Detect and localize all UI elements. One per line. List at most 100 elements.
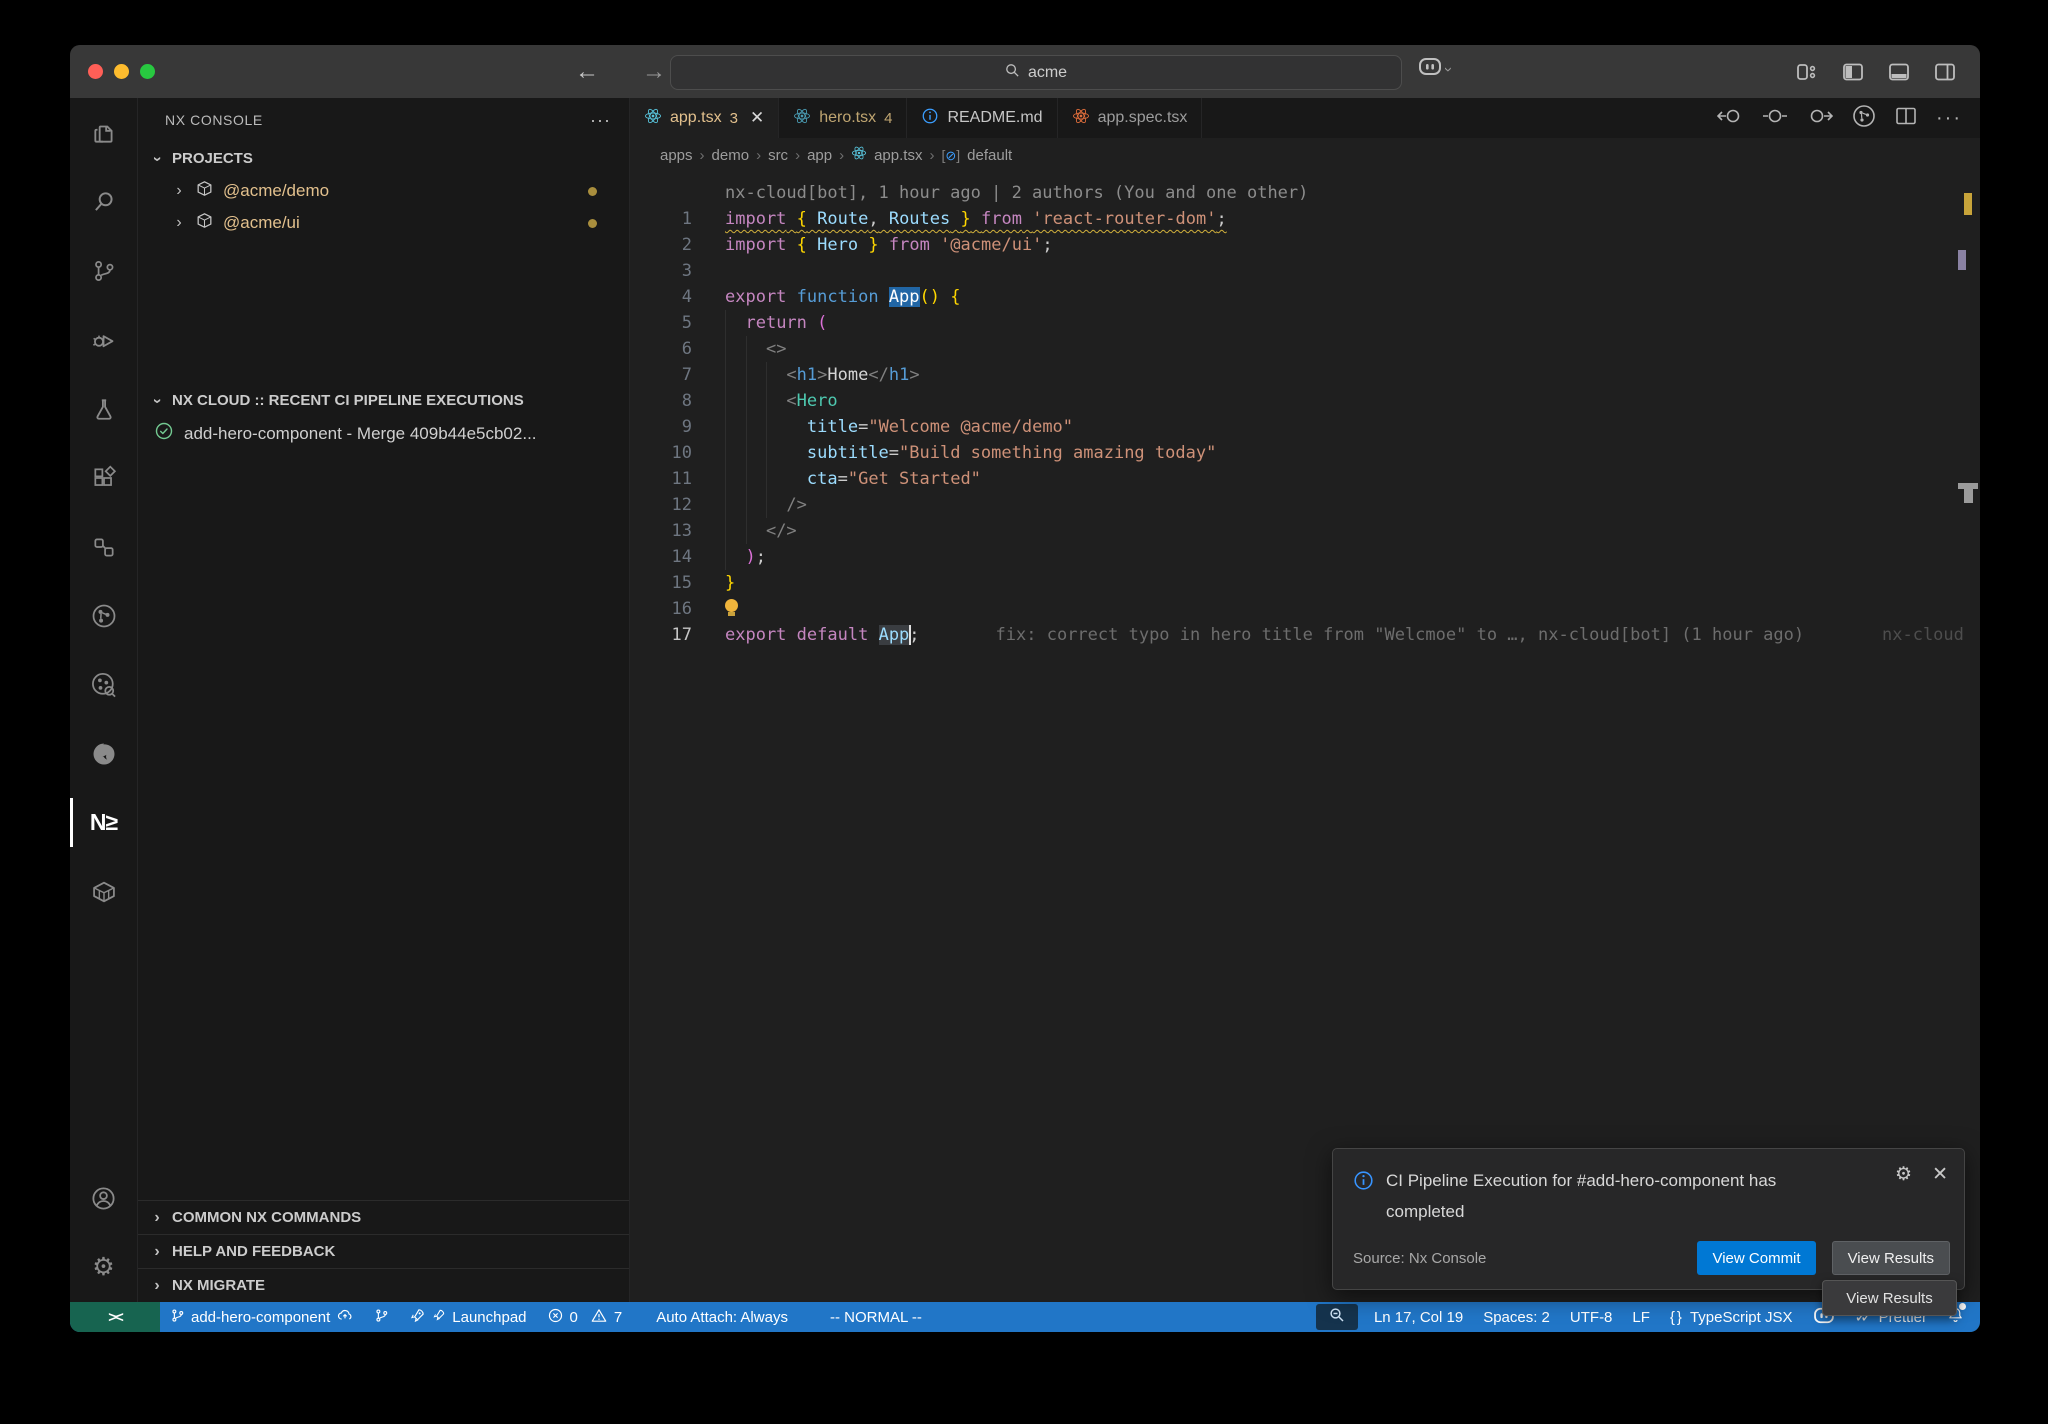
settings-gear-icon[interactable]: ⚙ bbox=[70, 1233, 137, 1302]
git-branch-item[interactable]: add-hero-component bbox=[160, 1302, 364, 1332]
lightbulb-icon[interactable] bbox=[725, 599, 738, 616]
commit-graph-icon[interactable] bbox=[70, 581, 137, 650]
package-icon bbox=[195, 211, 214, 235]
code-line-12[interactable]: 12 /> bbox=[630, 492, 1980, 518]
view-results-tooltip: View Results bbox=[1822, 1280, 1957, 1316]
minimize-window-button[interactable] bbox=[114, 64, 129, 79]
code-line-16[interactable]: 16 bbox=[630, 596, 1980, 622]
command-center-search[interactable]: acme bbox=[670, 55, 1402, 90]
extensions-icon[interactable] bbox=[70, 443, 137, 512]
account-icon[interactable] bbox=[70, 1164, 137, 1233]
language-mode-item[interactable]: {} TypeScript JSX bbox=[1660, 1302, 1803, 1332]
view-commit-button[interactable]: View Commit bbox=[1697, 1241, 1815, 1275]
previous-change-icon[interactable] bbox=[1717, 106, 1743, 131]
code-line-1[interactable]: 1import { Route, Routes } from 'react-ro… bbox=[630, 206, 1980, 232]
search-sidebar-icon[interactable] bbox=[70, 167, 137, 236]
explorer-icon[interactable] bbox=[70, 98, 137, 167]
code-line-4[interactable]: 4export function App() { bbox=[630, 284, 1980, 310]
project-item-acme-ui[interactable]: › @acme/ui bbox=[138, 207, 629, 239]
code-line-3[interactable]: 3 bbox=[630, 258, 1980, 284]
breadcrumb-item[interactable]: app bbox=[807, 147, 832, 164]
window-controls bbox=[70, 64, 155, 79]
chevron-collapsed-icon: › bbox=[150, 1277, 164, 1295]
editor-group: app.tsx 3 ✕ hero.tsx 4 README.md bbox=[630, 98, 1980, 1302]
tab-app-tsx[interactable]: app.tsx 3 ✕ bbox=[630, 98, 779, 138]
breadcrumb-item[interactable]: default bbox=[967, 147, 1012, 164]
code-line-8[interactable]: 8 <Hero bbox=[630, 388, 1980, 414]
code-line-6[interactable]: 6 <> bbox=[630, 336, 1980, 362]
pipeline-execution-item[interactable]: add-hero-component - Merge 409b44e5cb02.… bbox=[138, 417, 629, 450]
edge-devtools-icon[interactable] bbox=[70, 719, 137, 788]
projects-section-header[interactable]: › PROJECTS bbox=[138, 142, 629, 175]
sync-cloud-icon bbox=[336, 1307, 354, 1327]
current-change-icon[interactable] bbox=[1762, 106, 1788, 131]
tab-readme-md[interactable]: README.md bbox=[907, 98, 1057, 138]
nx-migrate-section[interactable]: › NX MIGRATE bbox=[138, 1268, 629, 1302]
text-cursor bbox=[909, 625, 911, 645]
rocket-icon bbox=[409, 1307, 426, 1328]
run-debug-icon[interactable] bbox=[70, 305, 137, 374]
close-tab-icon[interactable]: ✕ bbox=[750, 108, 764, 128]
navigate-back-button[interactable]: ← bbox=[575, 45, 599, 98]
help-and-feedback-section[interactable]: › HELP AND FEEDBACK bbox=[138, 1234, 629, 1268]
zoom-indicator[interactable] bbox=[1316, 1304, 1358, 1330]
notification-settings-icon[interactable]: ⚙ bbox=[1895, 1165, 1912, 1184]
run-ci-graph-icon[interactable] bbox=[1852, 104, 1876, 133]
notification-source: Source: Nx Console bbox=[1353, 1250, 1486, 1267]
close-notification-icon[interactable]: ✕ bbox=[1932, 1165, 1948, 1184]
code-line-14[interactable]: 14 ); bbox=[630, 544, 1980, 570]
testing-icon[interactable] bbox=[70, 374, 137, 443]
next-change-icon[interactable] bbox=[1807, 106, 1833, 131]
code-line-13[interactable]: 13 </> bbox=[630, 518, 1980, 544]
indentation-item[interactable]: Spaces: 2 bbox=[1473, 1302, 1560, 1332]
git-graph-item[interactable] bbox=[364, 1302, 399, 1332]
project-item-acme-demo[interactable]: › @acme/demo bbox=[138, 175, 629, 207]
code-line-17[interactable]: 17export default App;fix: correct typo i… bbox=[630, 622, 1980, 648]
code-editor[interactable]: nx-cloud[bot], 1 hour ago | 2 authors (Y… bbox=[630, 172, 1980, 1302]
auto-attach-item[interactable]: Auto Attach: Always bbox=[646, 1302, 798, 1332]
code-line-10[interactable]: 10 subtitle="Build something amazing tod… bbox=[630, 440, 1980, 466]
source-control-icon[interactable] bbox=[70, 236, 137, 305]
code-line-15[interactable]: 15} bbox=[630, 570, 1980, 596]
nx-cloud-section-header[interactable]: › NX CLOUD :: RECENT CI PIPELINE EXECUTI… bbox=[138, 384, 629, 417]
chevron-collapsed-icon: › bbox=[150, 1243, 164, 1261]
toggle-primary-sidebar-icon[interactable] bbox=[1842, 62, 1864, 82]
info-icon bbox=[1353, 1170, 1374, 1196]
split-editor-icon[interactable] bbox=[1895, 106, 1917, 131]
encoding-item[interactable]: UTF-8 bbox=[1560, 1302, 1623, 1332]
nx-console-icon[interactable]: N≥ bbox=[70, 788, 137, 857]
vim-mode-item[interactable]: -- NORMAL -- bbox=[820, 1302, 932, 1332]
more-actions-icon[interactable]: ··· bbox=[1936, 107, 1962, 130]
maximize-window-button[interactable] bbox=[140, 64, 155, 79]
toggle-panel-icon[interactable] bbox=[1888, 62, 1910, 82]
problems-item[interactable]: 0 7 bbox=[537, 1302, 633, 1332]
connected-nodes-icon[interactable] bbox=[70, 512, 137, 581]
breadcrumb-item[interactable]: app.tsx bbox=[874, 147, 922, 164]
breadcrumb-item[interactable]: src bbox=[768, 147, 788, 164]
tab-app-spec-tsx[interactable]: app.spec.tsx bbox=[1058, 98, 1203, 138]
code-line-7[interactable]: 7 <h1>Home</h1> bbox=[630, 362, 1980, 388]
copilot-menu-button[interactable]: › bbox=[1418, 57, 1451, 81]
navigate-forward-button[interactable]: → bbox=[642, 45, 666, 98]
launchpad-item[interactable]: Launchpad bbox=[399, 1302, 536, 1332]
tab-badge: 4 bbox=[884, 110, 892, 127]
containers-icon[interactable] bbox=[70, 857, 137, 926]
code-line-2[interactable]: 2import { Hero } from '@acme/ui'; bbox=[630, 232, 1980, 258]
tab-hero-tsx[interactable]: hero.tsx 4 bbox=[779, 98, 907, 138]
eol-item[interactable]: LF bbox=[1622, 1302, 1660, 1332]
customize-layout-icon[interactable] bbox=[1796, 62, 1818, 82]
breadcrumb-item[interactable]: demo bbox=[712, 147, 750, 164]
code-line-9[interactable]: 9 title="Welcome @acme/demo" bbox=[630, 414, 1980, 440]
more-actions-icon[interactable]: ··· bbox=[590, 110, 611, 131]
remote-indicator[interactable]: >< bbox=[70, 1302, 160, 1332]
cursor-position-item[interactable]: Ln 17, Col 19 bbox=[1364, 1302, 1473, 1332]
line-number: 12 bbox=[630, 492, 692, 518]
breadcrumb-item[interactable]: apps bbox=[660, 147, 693, 164]
view-results-button[interactable]: View Results bbox=[1832, 1241, 1950, 1275]
code-line-5[interactable]: 5 return ( bbox=[630, 310, 1980, 336]
code-line-11[interactable]: 11 cta="Get Started" bbox=[630, 466, 1980, 492]
toggle-secondary-sidebar-icon[interactable] bbox=[1934, 62, 1956, 82]
commit-graph-search-icon[interactable] bbox=[70, 650, 137, 719]
common-nx-commands-section[interactable]: › COMMON NX COMMANDS bbox=[138, 1200, 629, 1234]
close-window-button[interactable] bbox=[88, 64, 103, 79]
